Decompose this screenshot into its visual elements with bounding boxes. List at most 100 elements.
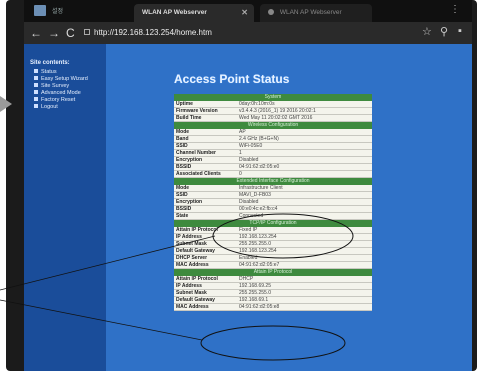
row-key: State (176, 213, 189, 219)
table-row: IP Address 192.168.69.25 (174, 283, 372, 290)
row-value: AP (239, 129, 246, 135)
row-value: Fixed IP (239, 227, 258, 233)
back-arrow-icon[interactable]: ← (30, 25, 42, 41)
row-key: Attain IP Protocol (176, 227, 218, 233)
row-key: SSID (176, 192, 188, 198)
row-key: Attain IP Protocol (176, 276, 218, 282)
row-key: MAC Address (176, 304, 209, 310)
photo-frame: 설정 WLAN AP Webserver ✕ WLAN AP Webserver… (0, 0, 477, 371)
row-key: BSSID (176, 164, 192, 170)
tab-inactive[interactable]: WLAN AP Webserver (260, 4, 372, 22)
row-value: Connected (239, 213, 264, 219)
browser-tab-bar: 설정 WLAN AP Webserver ✕ WLAN AP Webserver… (24, 0, 472, 22)
favicon-icon (268, 9, 274, 16)
section-header: TCP/IP Configuration (174, 220, 372, 227)
row-value: Disabled (239, 199, 259, 205)
row-value: 1 (239, 150, 242, 156)
row-key: Build Time (176, 115, 202, 121)
close-icon[interactable]: ✕ (241, 8, 248, 17)
row-value: 0day:0h:10m:0s (239, 101, 275, 107)
page-title: Access Point Status (174, 72, 290, 86)
table-row: IP Address 192.168.123.254 (174, 234, 372, 241)
sidebar-item-easy-setup[interactable]: Easy Setup Wizard (34, 76, 88, 82)
sidebar-item-label: Advanced Mode (41, 90, 81, 96)
row-value: Wed May 11 20:02:02 GMT 2016 (239, 115, 313, 121)
row-value: 192.168.123.254 (239, 248, 277, 254)
row-value: 0 (239, 171, 242, 177)
row-key: Associated Clients (176, 171, 221, 177)
table-row: BSSID 00:e0:4c:e2:fb:c4 (174, 206, 372, 213)
page-icon (84, 29, 90, 35)
row-value: 192.168.69.25 (239, 283, 271, 289)
search-icon[interactable]: ⚲ (440, 25, 448, 38)
row-value: 04:91:62:d2:05:e0 (239, 164, 280, 170)
browser-toolbar: ← → C http://192.168.123.254/home.htm ☆ … (24, 22, 472, 44)
sidebar-item-factory-reset[interactable]: Factory Reset (34, 97, 75, 103)
reload-icon[interactable]: C (66, 25, 75, 41)
row-key: Encryption (176, 199, 203, 205)
row-key: Mode (176, 185, 190, 191)
tab-title: WLAN AP Webserver (279, 9, 342, 16)
table-row: State Connected (174, 213, 372, 220)
table-row: DHCP Server Enabled (174, 255, 372, 262)
table-row: Firmware Version v3.4.4.3 (2016_1) 19 201… (174, 108, 372, 115)
sidebar-item-label: Status (41, 69, 57, 75)
tablet-device: 설정 WLAN AP Webserver ✕ WLAN AP Webserver… (6, 0, 477, 371)
row-value: Infrastructure Client (239, 185, 283, 191)
page-icon (34, 76, 38, 80)
table-row: MAC Address 04:91:62:d2:05:e8 (174, 304, 372, 311)
row-key: Uptime (176, 101, 193, 107)
table-row: Uptime 0day:0h:10m:0s (174, 101, 372, 108)
row-key: Channel Number (176, 150, 217, 156)
table-row: BSSID 04:91:62:d2:05:e0 (174, 164, 372, 171)
table-row: Default Gateway 192.168.123.254 (174, 248, 372, 255)
sidebar-item-logout[interactable]: Logout (34, 104, 58, 110)
row-key: IP Address (176, 234, 202, 240)
row-value: Enabled (239, 255, 258, 261)
table-row: Channel Number 1 (174, 150, 372, 157)
table-row: MAC Address 04:91:62:d2:05:e7 (174, 262, 372, 269)
menu-icon[interactable]: ▪ (458, 25, 462, 37)
app-icon[interactable] (34, 5, 46, 16)
row-value: 2.4 GHz (B+G+N) (239, 136, 279, 142)
table-row: Encryption Disabled (174, 157, 372, 164)
row-key: BSSID (176, 206, 192, 212)
row-value: Disabled (239, 157, 259, 163)
sidebar-item-status[interactable]: Status (34, 69, 57, 75)
table-row: SSID WiFi-05E0 (174, 143, 372, 150)
row-key: Subnet Mask (176, 290, 207, 296)
section-header: System (174, 94, 372, 101)
row-key: Default Gateway (176, 248, 215, 254)
table-row: Subnet Mask 255.255.255.0 (174, 290, 372, 297)
table-row: Associated Clients 0 (174, 171, 372, 178)
table-row: Default Gateway 192.168.69.1 (174, 297, 372, 304)
tablet-screen: 설정 WLAN AP Webserver ✕ WLAN AP Webserver… (24, 0, 472, 371)
section-header: Wireless Configuration (174, 122, 372, 129)
sidebar-item-label: Site Survey (41, 83, 70, 89)
row-value: MAVI_D-FB03 (239, 192, 271, 198)
table-row: Attain IP Protocol Fixed IP (174, 227, 372, 234)
url-bar[interactable]: http://192.168.123.254/home.htm (84, 26, 384, 40)
sidebar-item-advanced[interactable]: Advanced Mode (34, 90, 81, 96)
tab-active[interactable]: WLAN AP Webserver ✕ (134, 4, 254, 22)
table-row: SSID MAVI_D-FB03 (174, 192, 372, 199)
row-key: Mode (176, 129, 190, 135)
row-value: WiFi-05E0 (239, 143, 263, 149)
sidebar-item-site-survey[interactable]: Site Survey (34, 83, 69, 89)
status-table: System Uptime 0day:0h:10m:0s Firmware Versi… (174, 94, 372, 311)
bookmark-star-icon[interactable]: ☆ (422, 25, 432, 38)
more-vert-icon[interactable]: ⋮ (450, 4, 460, 15)
table-row: Encryption Disabled (174, 199, 372, 206)
row-key: Default Gateway (176, 297, 215, 303)
forward-arrow-icon[interactable]: → (48, 25, 60, 41)
page-icon (34, 97, 38, 101)
row-value: 192.168.123.254 (239, 234, 277, 240)
app-label: 설정 (52, 9, 64, 15)
row-value: 04:91:62:d2:05:e7 (239, 262, 280, 268)
row-value: 192.168.69.1 (239, 297, 269, 303)
sidebar-item-label: Logout (41, 104, 58, 110)
sidebar-item-label: Factory Reset (41, 97, 76, 103)
row-value: v3.4.4.3 (2016_1) 19 2016 20:02:1 (239, 108, 316, 114)
sidebar-item-label: Easy Setup Wizard (41, 76, 88, 82)
table-row: Mode AP (174, 129, 372, 136)
